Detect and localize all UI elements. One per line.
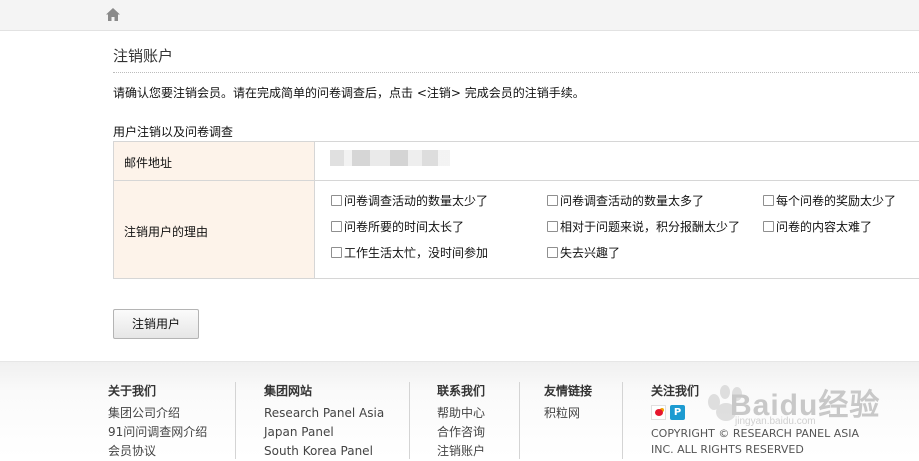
reason-checkbox-too-busy[interactable]: 工作生活太忙，没时间参加 [331, 244, 488, 261]
footer-link-korea[interactable]: South Korea Panel [264, 442, 384, 461]
social-icons: P [651, 405, 881, 420]
reason-text: 问卷调查活动的数量太少了 [344, 194, 489, 208]
footer-heading: 友情链接 [544, 384, 593, 398]
reason-checkbox-low-points[interactable]: 相对于问题来说，积分报酬太少了 [547, 218, 740, 235]
email-row: 邮件地址 [114, 142, 919, 181]
qq-icon[interactable]: P [670, 405, 685, 420]
footer-follow: 关注我们 P COPYRIGHT © RESEARCH PANEL ASIA I… [651, 382, 881, 458]
footer-heading: 集团网站 [264, 384, 313, 398]
footer-link-member-agreement[interactable]: 会员协议 [108, 442, 207, 461]
reason-checkbox-too-long[interactable]: 问卷所要的时间太长了 [331, 218, 464, 235]
checkbox-box[interactable] [331, 195, 342, 206]
weibo-icon[interactable] [651, 405, 666, 420]
footer-divider [409, 382, 410, 459]
footer-link-company[interactable]: 集团公司介绍 [108, 404, 207, 423]
footer-link-rpa[interactable]: Research Panel Asia [264, 404, 384, 423]
checkbox-box[interactable] [331, 247, 342, 258]
reason-label-cell: 注销用户的理由 [114, 181, 315, 278]
reason-text: 问卷调查活动的数量太多了 [560, 194, 705, 208]
unsubscribe-form: 邮件地址 注销用户的理由 问卷调查活动的数量太少了 问卷调查活动的数量太多了 每… [113, 141, 919, 279]
section-title: 用户注销以及问卷调查 [113, 125, 234, 139]
home-icon[interactable] [105, 7, 121, 22]
reason-text: 每个问卷的奖励太少了 [776, 194, 897, 208]
reason-checkbox-low-reward[interactable]: 每个问卷的奖励太少了 [763, 192, 896, 209]
reason-checkbox-too-few-surveys[interactable]: 问卷调查活动的数量太少了 [331, 192, 488, 209]
email-value-redacted [330, 150, 450, 166]
footer-divider [622, 382, 623, 459]
checkbox-box[interactable] [547, 221, 558, 232]
reason-text: 相对于问题来说，积分报酬太少了 [560, 220, 741, 234]
footer-link-japan[interactable]: Japan Panel [264, 423, 384, 442]
reason-label: 注销用户的理由 [124, 225, 209, 239]
reason-row: 注销用户的理由 问卷调查活动的数量太少了 问卷调查活动的数量太多了 每个问卷的奖… [114, 181, 919, 278]
checkbox-box[interactable] [763, 195, 774, 206]
footer-heading: 关于我们 [108, 384, 157, 398]
email-label: 邮件地址 [124, 156, 173, 170]
footer-link-help[interactable]: 帮助中心 [437, 404, 485, 423]
email-label-cell: 邮件地址 [114, 142, 315, 180]
footer-group: 集团网站 Research Panel Asia Japan Panel Sou… [264, 382, 384, 461]
footer-friends: 友情链接 积粒网 [544, 382, 592, 423]
footer-heading: 关注我们 [651, 384, 700, 398]
footer-link-cooperation[interactable]: 合作咨询 [437, 423, 485, 442]
checkbox-box[interactable] [331, 221, 342, 232]
checkbox-box[interactable] [763, 221, 774, 232]
checkbox-box[interactable] [547, 247, 558, 258]
unsubscribe-button[interactable]: 注销用户 [113, 309, 199, 339]
footer-divider [519, 382, 520, 459]
checkbox-box[interactable] [547, 195, 558, 206]
footer-contact: 联系我们 帮助中心 合作咨询 注销账户 [437, 382, 485, 461]
reason-checkbox-lost-interest[interactable]: 失去兴趣了 [547, 244, 620, 261]
reason-text: 问卷的内容太难了 [776, 220, 873, 234]
reason-checkbox-too-difficult[interactable]: 问卷的内容太难了 [763, 218, 872, 235]
copyright-text: COPYRIGHT © RESEARCH PANEL ASIA INC. ALL… [651, 427, 859, 456]
footer-link-unsubscribe[interactable]: 注销账户 [437, 442, 485, 461]
footer-link-site-intro[interactable]: 91问问调查网介绍 [108, 423, 207, 442]
page-title: 注销账户 [113, 47, 174, 65]
footer-about: 关于我们 集团公司介绍 91问问调查网介绍 会员协议 [108, 382, 207, 461]
footer-link-jili[interactable]: 积粒网 [544, 404, 592, 423]
footer-heading: 联系我们 [437, 384, 486, 398]
notice-text: 请确认您要注销会员。请在完成简单的问卷调查后，点击 <注销> 完成会员的注销手续… [113, 86, 585, 100]
top-nav-bar [0, 0, 919, 31]
reason-text: 问卷所要的时间太长了 [344, 220, 465, 234]
reason-text: 工作生活太忙，没时间参加 [344, 246, 489, 260]
reason-checkbox-too-many-surveys[interactable]: 问卷调查活动的数量太多了 [547, 192, 704, 209]
title-divider [113, 72, 919, 73]
reason-text: 失去兴趣了 [560, 246, 621, 260]
footer-divider [235, 382, 236, 459]
site-footer: 关于我们 集团公司介绍 91问问调查网介绍 会员协议 集团网站 Research… [0, 361, 919, 461]
